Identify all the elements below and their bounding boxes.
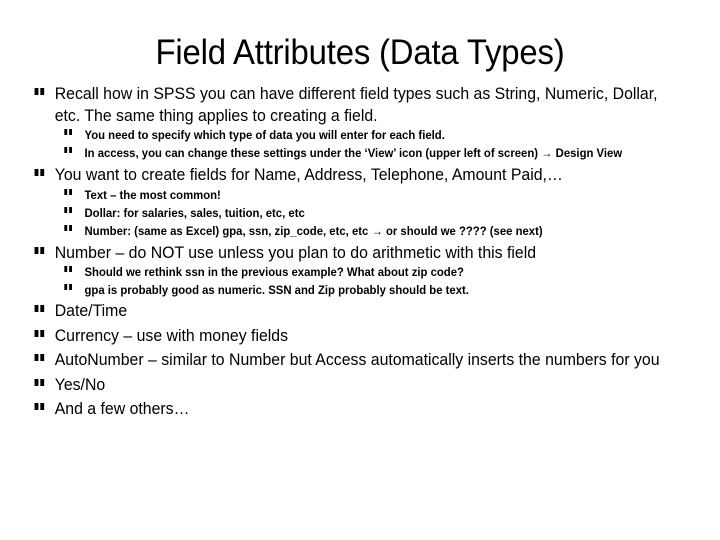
bullet-item: Yes/No	[0, 375, 718, 397]
sub-bullet-list: Text – the most common! Dollar: for sala…	[0, 187, 720, 239]
bullet-text: Number – do NOT use unless you plan to d…	[54, 243, 537, 262]
sub-bullet-item: gpa is probably good as numeric. SSN and…	[0, 282, 718, 298]
sub-bullet-list: You need to specify which type of data y…	[0, 127, 720, 161]
sub-bullet-text: You need to specify which type of data y…	[84, 128, 445, 142]
bullet-marker-icon	[64, 284, 73, 290]
bullet-text: And a few others…	[54, 400, 190, 418]
bullet-marker-icon	[34, 403, 46, 410]
bullet-list: Recall how in SPSS you can have differen…	[0, 84, 720, 421]
bullet-item: You want to create fields for Name, Addr…	[0, 165, 718, 187]
bullet-marker-icon	[34, 88, 46, 95]
bullet-marker-icon	[64, 188, 73, 195]
bullet-marker-icon	[34, 305, 46, 312]
bullet-marker-icon	[64, 224, 73, 231]
sub-bullet-text: Dollar: for salaries, sales, tuition, et…	[84, 205, 305, 220]
sub-bullet-text: gpa is probably good as numeric. SSN and…	[84, 283, 469, 297]
bullet-marker-icon	[34, 246, 46, 254]
bullet-item: Recall how in SPSS you can have differen…	[0, 84, 718, 127]
sub-bullet-text: In access, you can change these settings…	[84, 146, 623, 160]
bullet-text: Recall how in SPSS you can have differen…	[54, 85, 658, 125]
sub-bullet-text: Should we rethink ssn in the previous ex…	[84, 265, 464, 279]
bullet-text: Currency – use with money fields	[54, 326, 289, 345]
bullet-text: You want to create fields for Name, Addr…	[54, 166, 563, 184]
sub-bullet-item: Number: (same as Excel) gpa, ssn, zip_co…	[0, 223, 718, 239]
page-title: Field Attributes (Data Types)	[155, 33, 565, 72]
bullet-marker-icon	[34, 378, 46, 386]
bullet-marker-icon	[64, 129, 73, 135]
sub-bullet-item: You need to specify which type of data y…	[0, 127, 718, 143]
sub-bullet-item: Should we rethink ssn in the previous ex…	[0, 264, 718, 280]
bullet-item: Number – do NOT use unless you plan to d…	[0, 243, 718, 265]
sub-bullet-text: Number: (same as Excel) gpa, ssn, zip_co…	[84, 223, 543, 238]
slide-body: Recall how in SPSS you can have differen…	[0, 84, 720, 421]
bullet-item: Date/Time	[0, 301, 718, 323]
bullet-text: AutoNumber – similar to Number but Acces…	[54, 351, 660, 369]
bullet-text: Date/Time	[54, 302, 128, 320]
slide: Field Attributes (Data Types) Recall how…	[0, 0, 720, 540]
bullet-item: Currency – use with money fields	[0, 326, 718, 348]
sub-bullet-item: Dollar: for salaries, sales, tuition, et…	[0, 205, 718, 221]
bullet-marker-icon	[34, 354, 46, 361]
sub-bullet-item: In access, you can change these settings…	[0, 145, 718, 161]
bullet-marker-icon	[64, 147, 73, 153]
bullet-marker-icon	[34, 329, 46, 337]
sub-bullet-text: Text – the most common!	[84, 187, 221, 202]
bullet-marker-icon	[64, 266, 73, 272]
bullet-marker-icon	[34, 169, 46, 176]
sub-bullet-list: Should we rethink ssn in the previous ex…	[0, 264, 720, 298]
bullet-text: Yes/No	[54, 375, 106, 394]
sub-bullet-item: Text – the most common!	[0, 187, 718, 203]
bullet-marker-icon	[64, 206, 73, 213]
bullet-item: And a few others…	[0, 399, 718, 421]
bullet-item: AutoNumber – similar to Number but Acces…	[0, 350, 718, 372]
